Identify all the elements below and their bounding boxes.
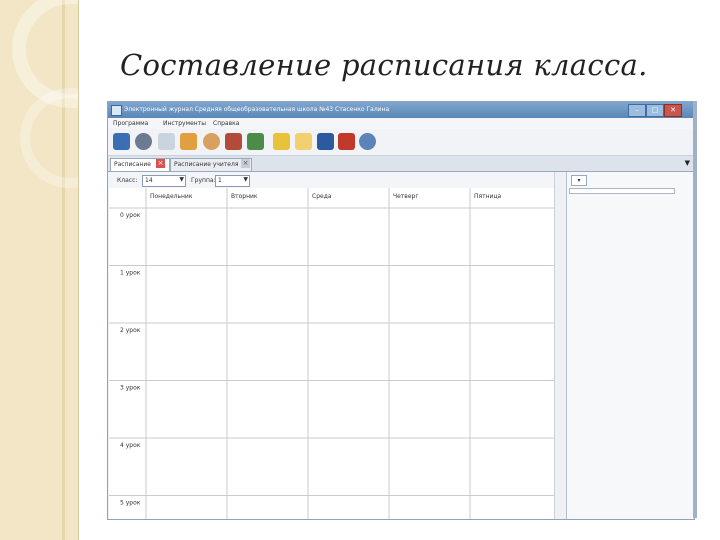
person-icon[interactable] [203, 133, 220, 150]
close-tab-icon[interactable]: × [241, 159, 250, 168]
tab-label: Расписание [114, 161, 151, 168]
slide-title: Составление расписания класса. [120, 48, 648, 82]
menu-bar: Программа Инструменты Справка [108, 118, 694, 129]
lesson-label: 4 урок [120, 442, 141, 449]
schedule-grid: Понедельник Вторник Среда Четверг Пятница 0 … [109, 188, 554, 519]
book-blue-icon[interactable] [317, 133, 334, 150]
toolbar [108, 129, 694, 156]
day-header: Понедельник [150, 193, 193, 200]
window-edge [693, 101, 697, 518]
class-value: 14 [145, 177, 153, 184]
book-red-icon[interactable] [338, 133, 355, 150]
side-panel: ▾ [567, 172, 693, 519]
pencil-icon[interactable] [273, 133, 290, 150]
panel-list-header [569, 188, 675, 194]
chalkboard-icon[interactable] [247, 133, 264, 150]
envelope-icon[interactable] [295, 133, 312, 150]
group-select[interactable]: 1 ▼ [215, 175, 250, 187]
globe-icon[interactable] [359, 133, 376, 150]
document-icon[interactable] [158, 133, 175, 150]
filter-bar: Класс: 14 ▼ Группа: 1 ▼ [109, 172, 566, 188]
lesson-label: 0 урок [120, 212, 141, 219]
app-window: Электронный журнал Средняя общеобразоват… [107, 101, 695, 520]
users-icon[interactable] [180, 133, 197, 150]
schedule-pane: Класс: 14 ▼ Группа: 1 ▼ Понедельник Вторн… [109, 172, 567, 519]
day-header: Четверг [393, 193, 419, 200]
clock-icon[interactable] [135, 133, 152, 150]
class-label: Класс: [117, 177, 138, 184]
panel-dropdown-button[interactable]: ▾ [571, 175, 587, 186]
lesson-label: 2 урок [120, 327, 141, 334]
lesson-label: 1 урок [120, 270, 141, 277]
tab-teacher-schedule[interactable]: Расписание учителя [170, 158, 252, 171]
close-tab-icon[interactable]: × [156, 159, 165, 168]
user-icon[interactable] [113, 133, 130, 150]
tab-label: Расписание учителя [174, 161, 239, 168]
tab-strip: Расписание × Расписание учителя × ▼ [108, 156, 694, 172]
slide-decoration [0, 0, 79, 540]
lesson-label: 3 урок [120, 385, 141, 392]
lesson-label: 5 урок [120, 500, 141, 507]
day-header: Пятница [474, 193, 502, 200]
group-value: 1 [218, 177, 222, 184]
chevron-down-icon: ▼ [243, 176, 248, 183]
menu-help[interactable]: Справка [213, 120, 239, 127]
tab-menu-icon[interactable]: ▼ [685, 159, 690, 167]
group-label: Группа: [191, 177, 216, 184]
window-title: Электронный журнал Средняя общеобразоват… [124, 106, 390, 113]
class-select[interactable]: 14 ▼ [142, 175, 186, 187]
menu-tools[interactable]: Инструменты [163, 120, 206, 127]
vertical-scrollbar[interactable] [554, 172, 566, 519]
day-header: Среда [312, 193, 332, 200]
decoration-ring [20, 88, 78, 188]
maximize-button[interactable]: □ [646, 104, 664, 117]
day-header: Вторник [231, 193, 258, 200]
chevron-down-icon: ▼ [179, 176, 184, 183]
title-bar: Электронный журнал Средняя общеобразоват… [108, 102, 694, 118]
menu-program[interactable]: Программа [113, 120, 148, 127]
close-button[interactable]: ✕ [664, 104, 682, 117]
books-icon[interactable] [225, 133, 242, 150]
minimize-button[interactable]: – [628, 104, 646, 117]
app-icon [111, 105, 122, 116]
